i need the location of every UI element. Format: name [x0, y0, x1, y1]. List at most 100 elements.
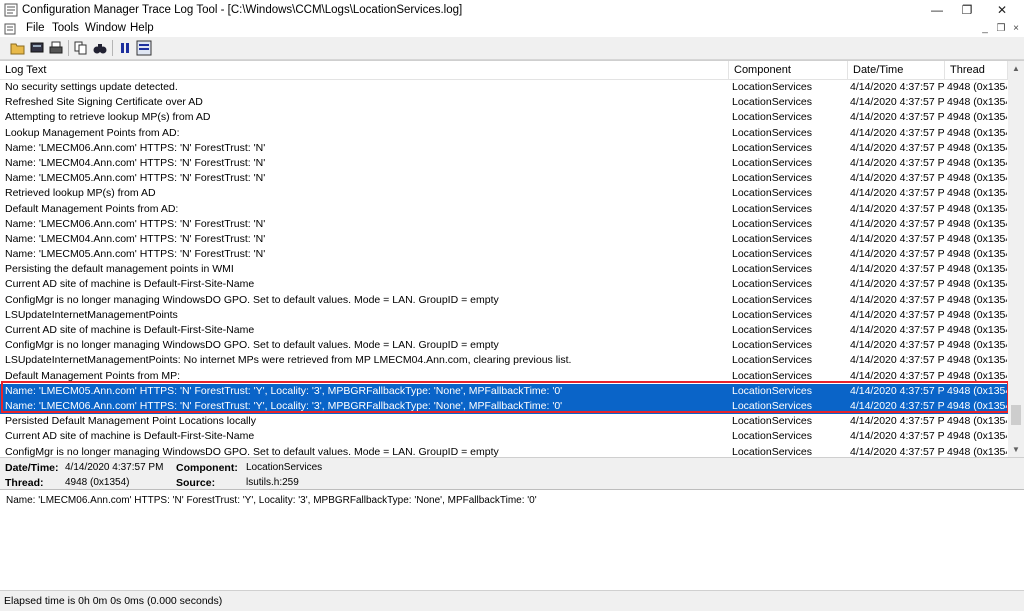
- column-header-log-text[interactable]: Log Text: [0, 61, 729, 79]
- close-button[interactable]: ✕: [985, 0, 1019, 21]
- component-cell: LocationServices: [732, 324, 812, 336]
- component-cell: LocationServices: [732, 111, 812, 124]
- thread-cell: 4948 (0x1354): [947, 96, 1007, 109]
- vertical-scrollbar[interactable]: ▲ ▼: [1008, 61, 1024, 458]
- log-text-cell: LSUpdateInternetManagementPoints: [5, 308, 178, 321]
- log-text-cell: Persisting the default management points…: [5, 263, 234, 276]
- table-row[interactable]: ConfigMgr is no longer managing WindowsD…: [0, 445, 1008, 459]
- table-row[interactable]: Name: 'LMECM04.Ann.com' HTTPS: 'N' Fores…: [0, 232, 1008, 247]
- table-row[interactable]: Current AD site of machine is Default-Fi…: [0, 429, 1008, 444]
- log-text-cell: LSUpdateInternetManagementPoints: No int…: [5, 354, 572, 367]
- datetime-cell: 4/14/2020 4:37:57 PM: [850, 384, 945, 397]
- datetime-cell: 4/14/2020 4:37:57 PM: [850, 172, 945, 185]
- column-header-datetime[interactable]: Date/Time: [848, 61, 945, 79]
- thread-cell: 4948 (0x1354): [947, 111, 1007, 124]
- find-icon[interactable]: [92, 40, 108, 56]
- table-row[interactable]: Default Management Points from MP: Locati…: [0, 369, 1008, 384]
- table-row[interactable]: Current AD site of machine is Default-Fi…: [0, 277, 1008, 292]
- table-row[interactable]: LSUpdateInternetManagementPoints Location…: [0, 308, 1008, 323]
- scroll-down-arrow-icon[interactable]: ▼: [1008, 442, 1024, 458]
- print-icon[interactable]: [48, 40, 64, 56]
- table-row[interactable]: Default Management Points from AD: Locati…: [0, 202, 1008, 217]
- table-row[interactable]: Attempting to retrieve lookup MP(s) from…: [0, 110, 1008, 125]
- log-text-cell: Name: 'LMECM06.Ann.com' HTTPS: 'N' Fores…: [5, 217, 266, 230]
- table-row[interactable]: Persisted Default Management Point Locat…: [0, 414, 1008, 429]
- toolbar: [0, 37, 1024, 60]
- log-text-cell: No security settings update detected.: [5, 81, 178, 93]
- table-row[interactable]: LSUpdateInternetManagementPoints: No int…: [0, 353, 1008, 368]
- thread-cell: 4948 (0x1354): [947, 278, 1007, 291]
- table-row[interactable]: Name: 'LMECM05.Ann.com' HTTPS: 'N' Fores…: [0, 383, 1008, 399]
- datetime-cell: 4/14/2020 4:37:57 PM: [850, 248, 945, 261]
- component-cell: LocationServices: [732, 217, 812, 230]
- table-row[interactable]: Name: 'LMECM05.Ann.com' HTTPS: 'N' Fores…: [0, 171, 1008, 186]
- open-icon[interactable]: [10, 40, 26, 56]
- log-text-cell: Retrieved lookup MP(s) from AD: [5, 187, 156, 200]
- copy-icon[interactable]: [73, 40, 89, 56]
- table-row[interactable]: Retrieved lookup MP(s) from AD LocationSe…: [0, 186, 1008, 201]
- table-row[interactable]: Persisting the default management points…: [0, 262, 1008, 277]
- component-cell: LocationServices: [732, 339, 812, 352]
- scroll-up-arrow-icon[interactable]: ▲: [1008, 61, 1024, 77]
- thread-cell: 4948 (0x1354): [947, 308, 1007, 321]
- mdi-restore-button[interactable]: ❐: [994, 23, 1008, 35]
- table-row[interactable]: Name: 'LMECM06.Ann.com' HTTPS: 'N' Fores…: [0, 217, 1008, 232]
- table-row[interactable]: Name: 'LMECM05.Ann.com' HTTPS: 'N' Fores…: [0, 247, 1008, 262]
- datetime-cell: 4/14/2020 4:37:57 PM: [850, 141, 945, 154]
- log-text-cell: Current AD site of machine is Default-Fi…: [5, 278, 255, 291]
- log-text-cell: Name: 'LMECM05.Ann.com' HTTPS: 'N' Fores…: [5, 248, 266, 261]
- minimize-button[interactable]: —: [920, 0, 954, 21]
- menu-help[interactable]: Help: [130, 22, 154, 34]
- thread-cell: 4948 (0x1354): [947, 217, 1007, 230]
- component-cell: LocationServices: [732, 369, 812, 382]
- pause-icon[interactable]: [117, 40, 133, 56]
- thread-cell: 4948 (0x1354): [947, 81, 1007, 93]
- scroll-thumb[interactable]: [1011, 405, 1021, 425]
- thread-cell: 4948 (0x1354): [947, 384, 1007, 397]
- table-row[interactable]: ConfigMgr is no longer managing WindowsD…: [0, 293, 1008, 308]
- datetime-cell: 4/14/2020 4:37:57 PM: [850, 293, 945, 306]
- thread-cell: 4948 (0x1354): [947, 430, 1007, 443]
- menu-file[interactable]: File: [26, 22, 45, 34]
- table-row[interactable]: Name: 'LMECM06.Ann.com' HTTPS: 'N' Fores…: [0, 398, 1008, 415]
- menu-window[interactable]: Window: [85, 22, 126, 34]
- component-cell: LocationServices: [732, 415, 812, 428]
- thread-cell: 4948 (0x1354): [947, 369, 1007, 382]
- table-row[interactable]: Name: 'LMECM04.Ann.com' HTTPS: 'N' Fores…: [0, 156, 1008, 171]
- log-text-cell: Name: 'LMECM06.Ann.com' HTTPS: 'N' Fores…: [5, 141, 266, 154]
- thread-cell: 4948 (0x1354): [947, 293, 1007, 306]
- mdi-close-button[interactable]: ×: [1009, 23, 1023, 35]
- log-text-cell: ConfigMgr is no longer managing WindowsD…: [5, 293, 499, 306]
- table-row[interactable]: Refreshed Site Signing Certificate over …: [0, 95, 1008, 110]
- table-row[interactable]: Current AD site of machine is Default-Fi…: [0, 323, 1008, 338]
- table-row[interactable]: No security settings update detected. Loc…: [0, 80, 1008, 95]
- table-row[interactable]: Lookup Management Points from AD: Locatio…: [0, 126, 1008, 141]
- table-row[interactable]: Name: 'LMECM06.Ann.com' HTTPS: 'N' Fores…: [0, 141, 1008, 156]
- component-cell: LocationServices: [732, 141, 812, 154]
- column-header-component[interactable]: Component: [729, 61, 848, 79]
- message-text-area[interactable]: Name: 'LMECM06.Ann.com' HTTPS: 'N' Fores…: [0, 489, 1024, 590]
- print-setup-icon[interactable]: [29, 40, 45, 56]
- component-label: Component:: [176, 462, 238, 474]
- app-icon: [4, 3, 18, 17]
- component-cell: LocationServices: [732, 399, 812, 412]
- thread-cell: 4948 (0x1354): [947, 354, 1007, 367]
- log-rows: No security settings update detected. Loc…: [0, 80, 1008, 458]
- highlight-icon[interactable]: [136, 40, 152, 56]
- log-text-cell: Refreshed Site Signing Certificate over …: [5, 96, 203, 109]
- datetime-cell: 4/14/2020 4:37:57 PM: [850, 126, 945, 139]
- datetime-cell: 4/14/2020 4:37:57 PM: [850, 369, 945, 382]
- thread-value: 4948 (0x1354): [65, 477, 130, 488]
- component-cell: LocationServices: [732, 445, 812, 458]
- column-header-row: Log Text Component Date/Time Thread: [0, 61, 1008, 80]
- component-cell: LocationServices: [732, 384, 812, 397]
- doc-icon[interactable]: [4, 23, 16, 35]
- menu-tools[interactable]: Tools: [52, 22, 79, 34]
- log-text-cell: Default Management Points from AD:: [5, 202, 179, 215]
- mdi-minimize-button[interactable]: _: [978, 23, 992, 35]
- column-header-thread[interactable]: Thread: [945, 61, 1008, 79]
- log-text-cell: Attempting to retrieve lookup MP(s) from…: [5, 111, 211, 124]
- maximize-button[interactable]: ❐: [950, 0, 984, 21]
- thread-cell: 4948 (0x1354): [947, 172, 1007, 185]
- table-row[interactable]: ConfigMgr is no longer managing WindowsD…: [0, 338, 1008, 353]
